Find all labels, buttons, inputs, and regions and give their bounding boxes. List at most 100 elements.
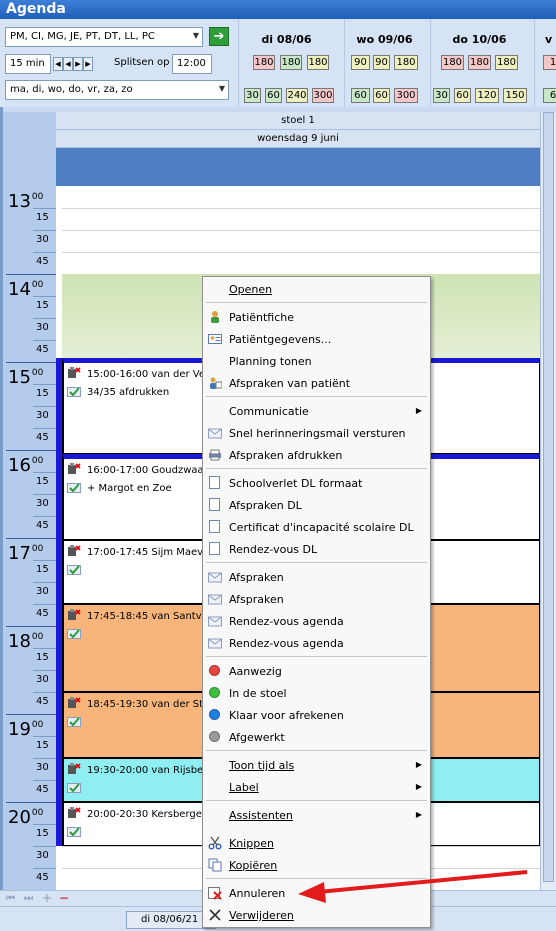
window-title: Agenda [0,0,556,19]
quarter-divider [33,230,56,231]
menu-item-planning-tonen[interactable]: Planning tonen [203,350,430,372]
menu-item-klaar-voor-afrekenen[interactable]: Klaar voor afrekenen [203,704,430,726]
menu-item-rendez-vous-agenda[interactable]: Rendez-vous agenda [203,610,430,632]
quarter-divider [33,846,56,847]
patient-card-icon [208,332,222,346]
menu-item-verwijderen[interactable]: Verwijderen [203,904,430,926]
day-column[interactable]: do 10/06 180 180 180 30 60 120 150 [430,19,528,107]
menu-item-label: Aanwezig [229,665,282,678]
menu-item-label: Certificat d'incapacité scolaire DL [229,521,414,534]
menu-item-label: Assistenten [229,809,293,822]
first-record-icon[interactable]: ⏮ [6,893,15,904]
interval-select[interactable]: 15 min [5,54,51,74]
confirmed-icon [67,565,81,575]
date-header: woensdag 9 juni [56,130,540,148]
submenu-arrow-icon: ▶ [415,782,422,791]
go-button[interactable]: ➔ [209,27,229,46]
badge: 90 [373,55,390,70]
menu-item-afspraken-van-pati-nt[interactable]: Afspraken van patiënt [203,372,430,394]
quarter-label: 30 [36,762,49,773]
menu-item-label: Patiëntgegevens... [229,333,332,346]
quarter-label: 15 [36,300,49,311]
menu-item-aanwezig[interactable]: Aanwezig [203,660,430,682]
scrollbar-thumb[interactable] [543,112,554,882]
menu-item-label: Afspraken afdrukken [229,449,343,462]
menu-item-pati-ntgegevens[interactable]: Patiëntgegevens... [203,328,430,350]
phone-icon [68,609,81,620]
remove-icon[interactable]: − [59,891,69,905]
hour-divider [6,362,56,363]
phone-icon [68,545,81,556]
submenu-arrow-icon: ▶ [415,406,422,415]
hour-number: 19 [8,719,31,740]
menu-item-pati-ntfiche[interactable]: Patiëntfiche [203,306,430,328]
quarter-divider [33,736,56,737]
menu-item-in-de-stoel[interactable]: In de stoel [203,682,430,704]
first-icon[interactable]: ◀ [53,57,63,71]
menu-item-certificat-d-incapacit-scolaire-dl[interactable]: Certificat d'incapacité scolaire DL [203,516,430,538]
quarter-divider [33,670,56,671]
badge: 30 [433,88,450,103]
menu-item-label: Rendez-vous agenda [229,637,344,650]
menu-item-snel-herinneringsmail-versturen[interactable]: Snel herinneringsmail versturen [203,422,430,444]
day-column[interactable]: di 08/06 180 180 180 30 60 240 300 [238,19,334,107]
menu-item-label: Kopiëren [229,859,278,872]
hour-divider [6,274,56,275]
menu-item-afspraken[interactable]: Afspraken [203,588,430,610]
phone-icon [68,763,81,774]
menu-item-communicatie[interactable]: Communicatie ▶ [203,400,430,422]
menu-item-label[interactable]: Label ▶ [203,776,430,798]
menu-item-afspraken-dl[interactable]: Afspraken DL [203,494,430,516]
menu-item-afspraken[interactable]: Afspraken [203,566,430,588]
day-column[interactable]: wo 09/06 90 90 180 60 60 300 [344,19,424,107]
hour-number: 18 [8,631,31,652]
split-time-input[interactable]: 12:00 [172,54,212,74]
appointment-note: 34/35 afdrukken [87,387,170,398]
menu-item-openen[interactable]: Openen [203,278,430,300]
badge: 1 [543,55,556,70]
menu-item-knippen[interactable]: Knippen [203,832,430,854]
red-dot-icon [208,664,222,678]
last-record-icon[interactable]: ⏭ [24,893,33,904]
menu-item-annuleren[interactable]: Annuleren [203,882,430,904]
hour-number: 14 [8,279,31,300]
menu-item-label: Toon tijd als [229,759,295,772]
hour-divider [6,626,56,627]
quarter-label: 15 [36,828,49,839]
last-icon[interactable]: ▶ [83,57,93,71]
menu-item-rendez-vous-agenda[interactable]: Rendez-vous agenda [203,632,430,654]
grid-line [62,208,540,209]
prev-icon[interactable]: ◀ [63,57,73,71]
confirmed-icon [67,783,81,793]
menu-item-label: Klaar voor afrekenen [229,709,344,722]
minutes-label: 00 [31,368,44,378]
menu-item-assistenten[interactable]: Assistenten ▶ [203,804,430,826]
groups-select-value: PM, CI, MG, JE, PT, DT, LL, PC [10,31,155,42]
menu-item-kopi-ren[interactable]: Kopiëren [203,854,430,876]
menu-item-afspraken-afdrukken[interactable]: Afspraken afdrukken [203,444,430,466]
menu-separator [206,562,427,563]
next-icon[interactable]: ▶ [73,57,83,71]
quarter-divider [33,824,56,825]
menu-item-schoolverlet-dl-formaat[interactable]: Schoolverlet DL formaat [203,472,430,494]
menu-separator [206,800,427,801]
quarter-label: 15 [36,652,49,663]
vertical-scrollbar[interactable] [540,112,556,890]
badge: 60 [265,88,282,103]
day-column[interactable]: v 1 6 [534,19,556,107]
badge: 240 [286,88,308,103]
days-select-value: ma, di, wo, do, vr, za, zo [10,84,133,95]
menu-item-rendez-vous-dl[interactable]: Rendez-vous DL [203,538,430,560]
appointment-title: 17:00-17:45 Sijm Maeve [87,547,210,558]
day-label: di 08/06 [261,33,312,46]
groups-select[interactable]: PM, CI, MG, JE, PT, DT, LL, PC ▼ [5,27,203,47]
confirmed-icon [67,387,81,397]
menu-item-afgewerkt[interactable]: Afgewerkt [203,726,430,748]
patient-appointments-icon [208,376,223,390]
split-label: Splitsen op [114,57,170,68]
add-icon[interactable]: + [42,891,52,905]
days-select[interactable]: ma, di, wo, do, vr, za, zo ▼ [5,80,229,100]
document-icon [208,476,222,490]
appointment-title: 16:00-17:00 Goudzwaar [87,465,208,476]
menu-item-toon-tijd-als[interactable]: Toon tijd als ▶ [203,754,430,776]
